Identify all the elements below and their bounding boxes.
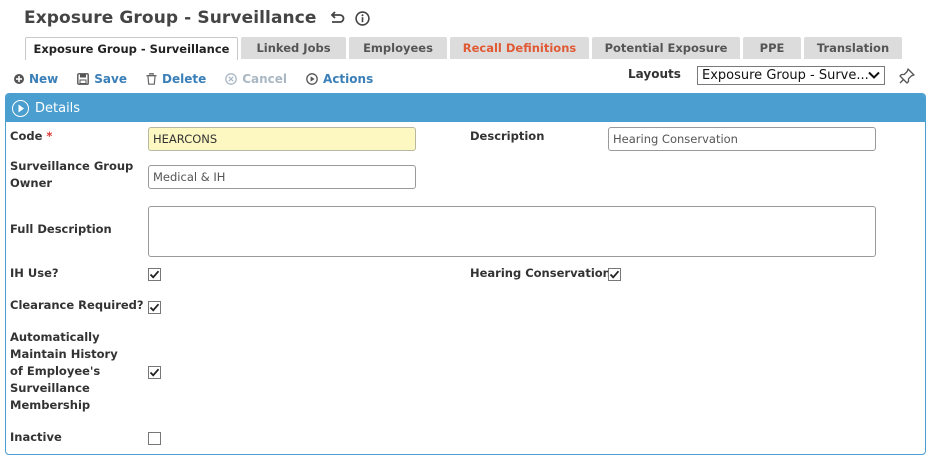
details-panel: Details Code * HEARCONS Description Hear… (5, 93, 926, 455)
ih-use-checkbox[interactable] (148, 268, 161, 281)
tab-translation[interactable]: Translation (804, 37, 902, 59)
hearing-conservation-label: Hearing Conservation (470, 266, 611, 280)
actions-button[interactable]: Actions (306, 72, 373, 86)
tab-employees[interactable]: Employees (349, 37, 447, 59)
save-label: Save (94, 72, 127, 86)
chevron-down-icon (867, 68, 881, 86)
layouts-label: Layouts (628, 67, 681, 81)
layouts-select[interactable]: Exposure Group - Surve... (697, 66, 885, 85)
return-icon[interactable] (329, 11, 345, 25)
code-label: Code * (10, 128, 52, 145)
checkmark-icon (149, 270, 160, 279)
cancel-button[interactable]: Cancel (225, 72, 287, 86)
required-mark: * (46, 129, 53, 143)
tab-exposure-group-surveillance[interactable]: Exposure Group - Surveillance (25, 37, 238, 60)
toolbar: New Save Delete Cancel Actions (14, 70, 392, 88)
tab-bar: Exposure Group - Surveillance Linked Job… (25, 37, 905, 60)
info-icon[interactable] (354, 10, 370, 26)
auto-maintain-checkbox[interactable] (148, 366, 161, 379)
plus-circle-icon (14, 74, 24, 84)
inactive-label: Inactive (10, 430, 62, 444)
new-label: New (29, 72, 59, 86)
code-label-text: Code (10, 129, 43, 143)
tab-potential-exposure[interactable]: Potential Exposure (592, 37, 740, 59)
new-button[interactable]: New (14, 72, 58, 86)
title-bar: Exposure Group - Surveillance (24, 6, 370, 30)
details-panel-title: Details (35, 100, 81, 116)
trash-icon (146, 73, 157, 85)
page-title: Exposure Group - Surveillance (24, 8, 317, 28)
cancel-label: Cancel (242, 72, 288, 86)
description-label: Description (470, 129, 545, 143)
full-description-label: Full Description (10, 222, 112, 236)
details-panel-header[interactable]: Details (6, 94, 925, 122)
layouts-selected-value: Exposure Group - Surve... (702, 68, 869, 83)
tab-recall-definitions[interactable]: Recall Definitions (450, 37, 589, 59)
clearance-checkbox[interactable] (148, 301, 161, 314)
save-icon (77, 73, 90, 85)
delete-label: Delete (161, 72, 207, 86)
inactive-checkbox[interactable] (148, 432, 161, 445)
checkmark-icon (609, 270, 620, 279)
code-input[interactable]: HEARCONS (148, 127, 416, 151)
checkmark-icon (149, 368, 160, 377)
collapse-toggle-icon (12, 99, 29, 117)
ih-use-label: IH Use? (10, 266, 59, 280)
auto-maintain-label: Automatically Maintain History of Employ… (10, 330, 118, 412)
description-input[interactable]: Hearing Conservation (608, 127, 876, 151)
full-description-textarea[interactable] (148, 206, 876, 257)
actions-label: Actions (323, 72, 374, 86)
delete-button[interactable]: Delete (146, 72, 206, 86)
clearance-label: Clearance Required? (10, 298, 144, 312)
save-button[interactable]: Save (77, 72, 127, 86)
pin-icon[interactable] (898, 67, 916, 89)
tab-ppe[interactable]: PPE (743, 37, 801, 59)
play-circle-icon (306, 73, 318, 85)
tab-linked-jobs[interactable]: Linked Jobs (241, 37, 346, 59)
hearing-conservation-checkbox[interactable] (608, 268, 621, 281)
cancel-icon (225, 73, 238, 85)
owner-input[interactable]: Medical & IH (148, 165, 416, 189)
owner-label: Surveillance Group Owner (10, 159, 134, 190)
checkmark-icon (149, 303, 160, 312)
